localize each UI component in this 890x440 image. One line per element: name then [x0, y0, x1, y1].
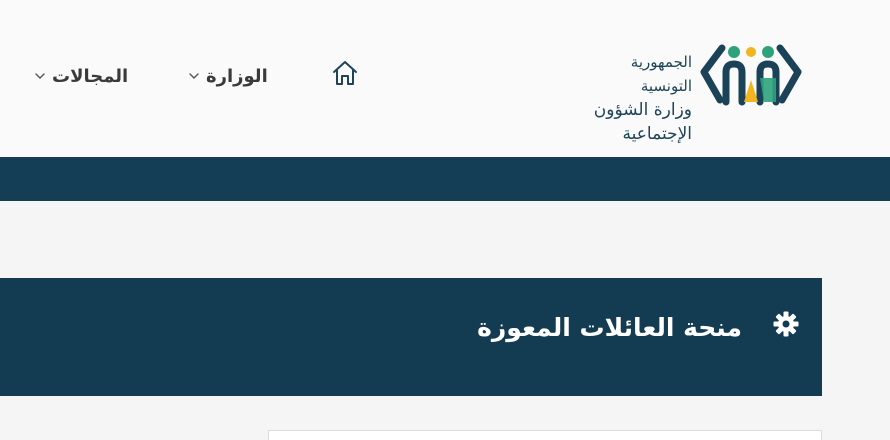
gear-icon — [773, 311, 799, 337]
ministry-logo[interactable]: الجمهورية التونسية وزارة الشؤون الإجتماع… — [589, 38, 804, 144]
logo-text: الجمهورية التونسية وزارة الشؤون الإجتماع… — [589, 50, 692, 146]
nav-item-ministry[interactable]: الوزارة — [188, 62, 268, 90]
logo-line-ministry: وزارة الشؤون الإجتماعية — [593, 100, 692, 144]
page-banner: منحة العائلات المعوزة — [0, 278, 822, 396]
nav-item-label: المجالات — [52, 65, 129, 87]
chevron-down-icon — [189, 73, 199, 79]
chevron-down-icon — [35, 73, 45, 79]
site-header: المجالات الوزارة الجمهورية التونسية وزار… — [0, 0, 890, 157]
nav-item-label: الوزارة — [206, 65, 268, 87]
logo-line-republic: الجمهورية التونسية — [630, 53, 692, 95]
home-icon[interactable] — [330, 58, 360, 88]
content-panel — [268, 430, 822, 440]
ministry-emblem-icon — [700, 44, 802, 106]
page-title: منحة العائلات المعوزة — [477, 313, 742, 342]
nav-item-domains[interactable]: المجالات — [34, 62, 128, 90]
main-navbar — [0, 157, 890, 201]
